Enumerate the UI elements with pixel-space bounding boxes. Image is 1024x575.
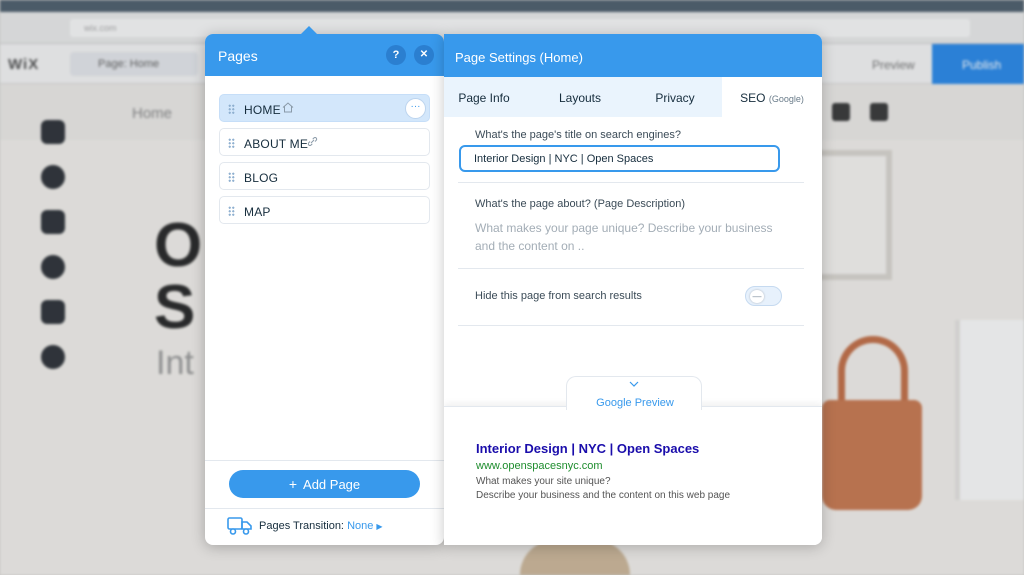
link-icon — [307, 136, 318, 150]
page-item-label: HOME — [244, 103, 281, 117]
title-question: What's the page's title on search engine… — [475, 129, 681, 141]
divider — [205, 460, 444, 461]
plus-icon: + — [288, 476, 298, 492]
page-item-label: ABOUT ME — [244, 137, 309, 151]
drag-handle-icon[interactable] — [228, 104, 235, 114]
drag-handle-icon[interactable] — [228, 172, 235, 182]
add-page-label: Add Page — [303, 477, 361, 492]
help-button[interactable]: ? — [386, 45, 406, 65]
tab-privacy[interactable]: Privacy — [628, 77, 722, 117]
drag-handle-icon[interactable] — [228, 206, 235, 216]
divider — [205, 508, 444, 509]
page-list: HOME ··· ABOUT ME BLOG MAP — [219, 94, 430, 230]
seo-description-input[interactable]: What makes your page unique? Describe yo… — [475, 219, 775, 255]
hide-page-toggle[interactable]: — — [745, 286, 782, 306]
page-more-button[interactable]: ··· — [405, 98, 426, 119]
page-item-blog[interactable]: BLOG — [219, 162, 430, 190]
page-item-about-me[interactable]: ABOUT ME — [219, 128, 430, 156]
page-item-label: MAP — [244, 205, 271, 219]
serp-url: www.openspacesnyc.com — [476, 460, 603, 472]
google-preview-tab[interactable]: Google Preview — [566, 376, 702, 410]
truck-icon — [227, 517, 252, 535]
settings-header: Page Settings (Home) — [444, 34, 822, 77]
home-icon — [282, 102, 294, 116]
page-item-home[interactable]: HOME ··· — [219, 94, 430, 122]
chevron-down-icon — [629, 380, 639, 390]
caret-right-icon: ▶ — [376, 522, 383, 531]
tab-layouts[interactable]: Layouts — [532, 77, 628, 117]
page-settings-panel: Page Settings (Home) Page Info Layouts P… — [444, 34, 822, 545]
description-question: What's the page about? (Page Description… — [475, 198, 685, 210]
pages-title: Pages — [218, 48, 258, 64]
serp-description: What makes your site unique? Describe yo… — [476, 475, 730, 503]
page-item-map[interactable]: MAP — [219, 196, 430, 224]
google-preview-label: Google Preview — [596, 397, 674, 409]
serp-title: Interior Design | NYC | Open Spaces — [476, 441, 700, 456]
close-button[interactable]: ✕ — [414, 45, 434, 65]
drag-handle-icon[interactable] — [228, 138, 235, 148]
serp-desc-line2: Describe your business and the content o… — [476, 490, 731, 501]
tab-seo-sub: (Google) — [768, 94, 804, 104]
page-item-label: BLOG — [244, 171, 279, 185]
seo-title-input[interactable]: Interior Design | NYC | Open Spaces — [459, 145, 780, 172]
divider — [458, 325, 804, 326]
divider — [458, 182, 804, 183]
serp-desc-line1: What makes your site unique? — [476, 476, 611, 487]
transition-value[interactable]: None — [347, 520, 373, 532]
settings-tabs: Page Info Layouts Privacy SEO (Google) — [444, 77, 822, 117]
add-page-button[interactable]: + Add Page — [229, 470, 420, 498]
toggle-knob: — — [750, 290, 764, 303]
settings-title: Page Settings (Home) — [455, 50, 583, 65]
pages-transition[interactable]: Pages Transition: None ▶ — [259, 520, 383, 532]
tab-seo[interactable]: SEO (Google) — [722, 77, 822, 117]
divider — [458, 268, 804, 269]
tab-page-info[interactable]: Page Info — [444, 77, 524, 117]
transition-label: Pages Transition: — [259, 520, 344, 532]
pages-header: Pages ? ✕ — [205, 34, 444, 76]
pages-panel: Pages ? ✕ HOME ··· ABOUT ME BLOG MAP + A… — [205, 26, 444, 545]
hide-page-label: Hide this page from search results — [475, 290, 642, 302]
tab-seo-label: SEO — [740, 91, 766, 105]
